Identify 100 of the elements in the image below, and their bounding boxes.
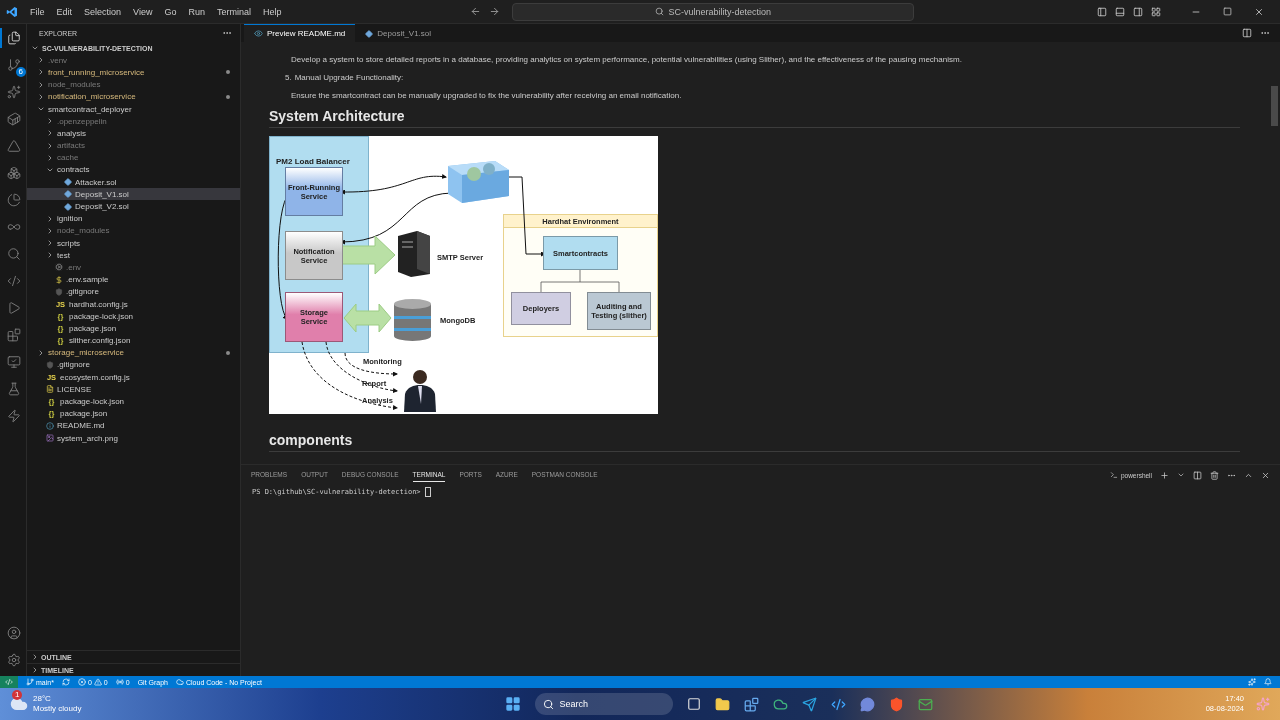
lightning-icon[interactable] — [7, 409, 21, 423]
person-figure — [404, 370, 436, 412]
flask-icon[interactable] — [7, 382, 21, 396]
modified-dot — [226, 70, 230, 75]
triangle-icon[interactable] — [7, 139, 21, 153]
explorer-entry[interactable]: .venv — [27, 54, 240, 67]
sync-icon[interactable] — [61, 678, 70, 686]
panel-toggle-icon[interactable] — [1115, 6, 1125, 17]
section-heading: System Architecture — [269, 108, 1240, 128]
modified-dot — [226, 94, 230, 99]
image-icon — [46, 434, 54, 443]
explorer-entry[interactable]: LICENSE — [27, 383, 240, 396]
explorer-entry[interactable]: .gitignore — [27, 358, 240, 372]
chat-icon[interactable] — [859, 696, 875, 712]
paragraph: Develop a system to store detailed reports in a database, providing analytics on system performance, potential vulnerabilities (using Slither), and the effectiveness of the pausing mechanism. — [291, 53, 963, 66]
menu-item[interactable]: Terminal — [210, 6, 257, 17]
editor-icon[interactable] — [830, 696, 846, 712]
count-badge: 6 — [15, 67, 26, 77]
back-icon[interactable] — [470, 6, 482, 17]
sparkle-icon[interactable] — [7, 85, 21, 99]
account-icon[interactable] — [7, 626, 21, 640]
explorer-entry[interactable]: node_modules — [27, 224, 240, 237]
explorer-entry[interactable]: Deposit_V1.sol — [27, 188, 240, 201]
panel-title: PM2 Load Balancer — [276, 157, 350, 166]
folder-icon[interactable] — [714, 696, 730, 712]
shield-icon[interactable] — [888, 696, 904, 712]
explorer-entry[interactable]: node_modules — [27, 78, 240, 91]
editor-tab[interactable]: Preview README.md — [244, 24, 356, 42]
pie-icon[interactable] — [7, 193, 21, 207]
sidebar-toggle-icon[interactable] — [1097, 6, 1107, 17]
layout-icon[interactable] — [1151, 6, 1161, 17]
explorer-entry[interactable]: artifacts — [27, 139, 240, 152]
explorer-entry[interactable]: contracts — [27, 163, 240, 177]
temperature: 28°C — [33, 694, 52, 704]
explorer-entry[interactable]: test — [27, 249, 240, 262]
container-icon[interactable] — [7, 112, 21, 126]
command-search-field[interactable]: SC-vulnerability-detection — [512, 2, 915, 21]
explorer-entry[interactable]: notification_microservice — [27, 90, 240, 103]
menu-item[interactable]: Go — [158, 6, 183, 17]
branch-icon — [26, 678, 34, 686]
explorer-entry[interactable]: README.md — [27, 419, 240, 432]
taskbar-search[interactable]: Search — [534, 693, 673, 715]
notification-icon[interactable] — [1264, 678, 1272, 686]
database-drawing — [394, 299, 431, 341]
explorer-entry[interactable]: scripts — [27, 237, 240, 250]
license-icon — [46, 385, 54, 394]
secondary-sidebar-icon[interactable] — [1133, 6, 1143, 17]
editor-logo[interactable] — [6, 5, 18, 18]
monitor-icon[interactable] — [7, 355, 21, 369]
explorer-entry[interactable]: smartcontract_deployer — [27, 102, 240, 116]
close-icon[interactable] — [1261, 470, 1270, 480]
chevron-down-icon[interactable] — [1177, 471, 1185, 479]
settings-icon[interactable] — [7, 653, 21, 667]
blockchain-cube-drawing — [448, 161, 509, 203]
explorer-entry[interactable]: system_arch.png — [27, 432, 240, 445]
branch-icon[interactable] — [7, 58, 21, 72]
explorer-entry[interactable]: front_running_microservice — [27, 66, 240, 79]
start-icon[interactable] — [504, 696, 521, 712]
explorer-entry[interactable]: cache — [27, 151, 240, 164]
paragraph: Ensure the smartcontract can be manually upgraded to fix the vulnerability after receiving an email notification. — [291, 89, 683, 102]
info-icon — [46, 421, 54, 430]
search-icon[interactable] — [7, 247, 21, 261]
trash-icon[interactable] — [1210, 470, 1219, 480]
preview-icon — [254, 29, 263, 38]
split-editor-icon[interactable] — [1242, 28, 1252, 38]
send-icon[interactable] — [801, 696, 817, 712]
maximize-icon[interactable] — [1223, 6, 1232, 16]
dollar-icon — [55, 275, 63, 284]
chevron-right-icon — [37, 348, 45, 357]
weather-text: Mostly cloudy — [33, 704, 82, 714]
split-icon[interactable] — [1193, 470, 1202, 480]
explorer-entry[interactable]: storage_microservice — [27, 346, 240, 359]
antenna-icon — [115, 678, 124, 686]
count-badge: 1 — [12, 690, 23, 701]
play-icon[interactable] — [7, 301, 21, 315]
forward-icon[interactable] — [489, 6, 501, 17]
explorer-entry[interactable]: .env — [27, 261, 240, 274]
menu-item[interactable]: File — [24, 6, 51, 17]
explorer-entry[interactable]: .gitignore — [27, 285, 240, 298]
close-icon[interactable] — [1254, 6, 1264, 17]
menu-item[interactable]: Selection — [78, 6, 128, 17]
explorer-entry[interactable]: .openzeppelin — [27, 115, 240, 128]
boxes-icon[interactable] — [7, 166, 21, 180]
double-arrow-drawing — [343, 303, 392, 333]
code-icon[interactable] — [7, 274, 21, 288]
scrollbar-thumb[interactable] — [1271, 86, 1278, 126]
menu-item[interactable]: Help — [256, 6, 288, 17]
explorer-entry[interactable]: analysis — [27, 127, 240, 140]
explorer-entry[interactable]: Attacker.sol — [27, 176, 240, 189]
explorer-entry[interactable]: ignition — [27, 212, 240, 225]
menu-item[interactable]: View — [127, 6, 159, 17]
explorer-entry[interactable]: Deposit_V2.sol — [27, 200, 240, 213]
menu-item[interactable]: Edit — [50, 6, 79, 17]
add-icon[interactable] — [1160, 470, 1169, 480]
text-cursor — [424, 487, 431, 497]
files-icon[interactable] — [7, 31, 21, 45]
explorer-entry[interactable]: .env.sample — [27, 273, 240, 286]
extensions-icon[interactable] — [7, 328, 21, 342]
menu-item[interactable]: Run — [182, 6, 211, 17]
task-view-icon[interactable] — [686, 697, 701, 711]
